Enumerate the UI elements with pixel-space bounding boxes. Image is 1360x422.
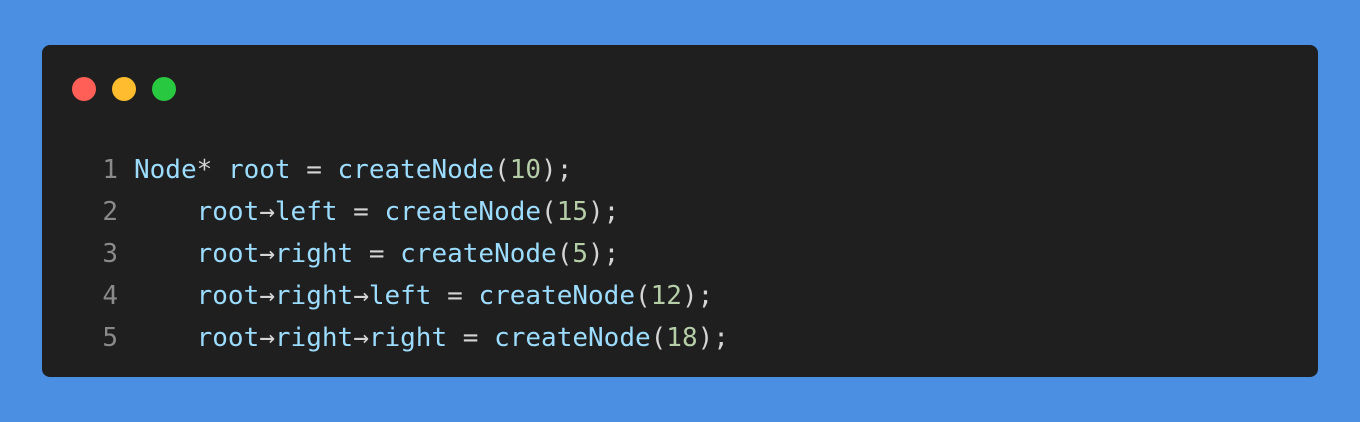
- code-token: root: [196, 281, 260, 311]
- code-token: =: [353, 239, 401, 269]
- code-block: 1 Node* root = createNode(10); 2 root→left…: [42, 149, 1318, 359]
- code-line: 2 root→left = createNode(15);: [42, 191, 1318, 233]
- code-token: root: [227, 155, 291, 185]
- code-token: (: [494, 155, 510, 185]
- code-text: root→right = createNode(5);: [134, 233, 620, 275]
- code-token: );: [588, 197, 620, 227]
- code-token: );: [697, 323, 729, 353]
- code-token: *: [196, 155, 213, 185]
- code-token: →: [259, 197, 275, 227]
- code-text: Node* root = createNode(10);: [134, 149, 572, 191]
- code-token: createNode: [478, 281, 635, 311]
- code-token: );: [541, 155, 573, 185]
- code-token: (: [541, 197, 557, 227]
- line-number: 5: [102, 323, 118, 353]
- minimize-window-icon[interactable]: [112, 77, 136, 101]
- code-token: =: [447, 323, 495, 353]
- code-token: 5: [572, 239, 589, 269]
- maximize-window-icon[interactable]: [152, 77, 176, 101]
- code-token: →: [353, 281, 369, 311]
- code-line: 4 root→right→left = createNode(12);: [42, 275, 1318, 317]
- code-token: right: [274, 323, 354, 353]
- code-token: 12: [650, 281, 682, 311]
- code-token: left: [368, 281, 432, 311]
- code-text: root→right→left = createNode(12);: [134, 275, 714, 317]
- code-token: right: [274, 239, 354, 269]
- code-token: →: [353, 323, 369, 353]
- code-token: →: [259, 323, 275, 353]
- code-line: 5 root→right→right = createNode(18);: [42, 317, 1318, 359]
- code-token: right: [274, 281, 354, 311]
- code-token: (: [650, 323, 667, 353]
- code-token: 18: [666, 323, 698, 353]
- code-token: );: [681, 281, 714, 311]
- code-token: =: [337, 197, 385, 227]
- code-token: =: [431, 281, 479, 311]
- line-number: 2: [102, 197, 118, 227]
- code-window: 1 Node* root = createNode(10); 2 root→left…: [42, 45, 1318, 377]
- code-token: createNode: [384, 197, 542, 227]
- line-number: 4: [102, 281, 118, 311]
- line-number: 1: [102, 155, 118, 185]
- code-token: root: [196, 197, 260, 227]
- code-token: left: [274, 197, 338, 227]
- code-token: root: [196, 323, 260, 353]
- code-token: 15: [556, 197, 589, 227]
- code-token: (: [634, 281, 651, 311]
- code-token: →: [259, 281, 275, 311]
- close-window-icon[interactable]: [72, 77, 96, 101]
- code-token: →: [259, 239, 275, 269]
- code-token: createNode: [337, 155, 495, 185]
- code-token: root: [196, 239, 260, 269]
- code-token: right: [368, 323, 448, 353]
- code-text: root→right→right = createNode(18);: [134, 317, 729, 359]
- code-token: (: [556, 239, 573, 269]
- code-line: 3 root→right = createNode(5);: [42, 233, 1318, 275]
- code-token: );: [588, 239, 620, 269]
- line-number: 3: [102, 239, 118, 269]
- code-line: 1 Node* root = createNode(10);: [42, 149, 1318, 191]
- code-token: =: [290, 155, 338, 185]
- code-text: root→left = createNode(15);: [134, 191, 620, 233]
- code-token: createNode: [400, 239, 557, 269]
- code-token: 10: [509, 155, 542, 185]
- code-token: createNode: [494, 323, 651, 353]
- code-token: Node: [134, 155, 197, 185]
